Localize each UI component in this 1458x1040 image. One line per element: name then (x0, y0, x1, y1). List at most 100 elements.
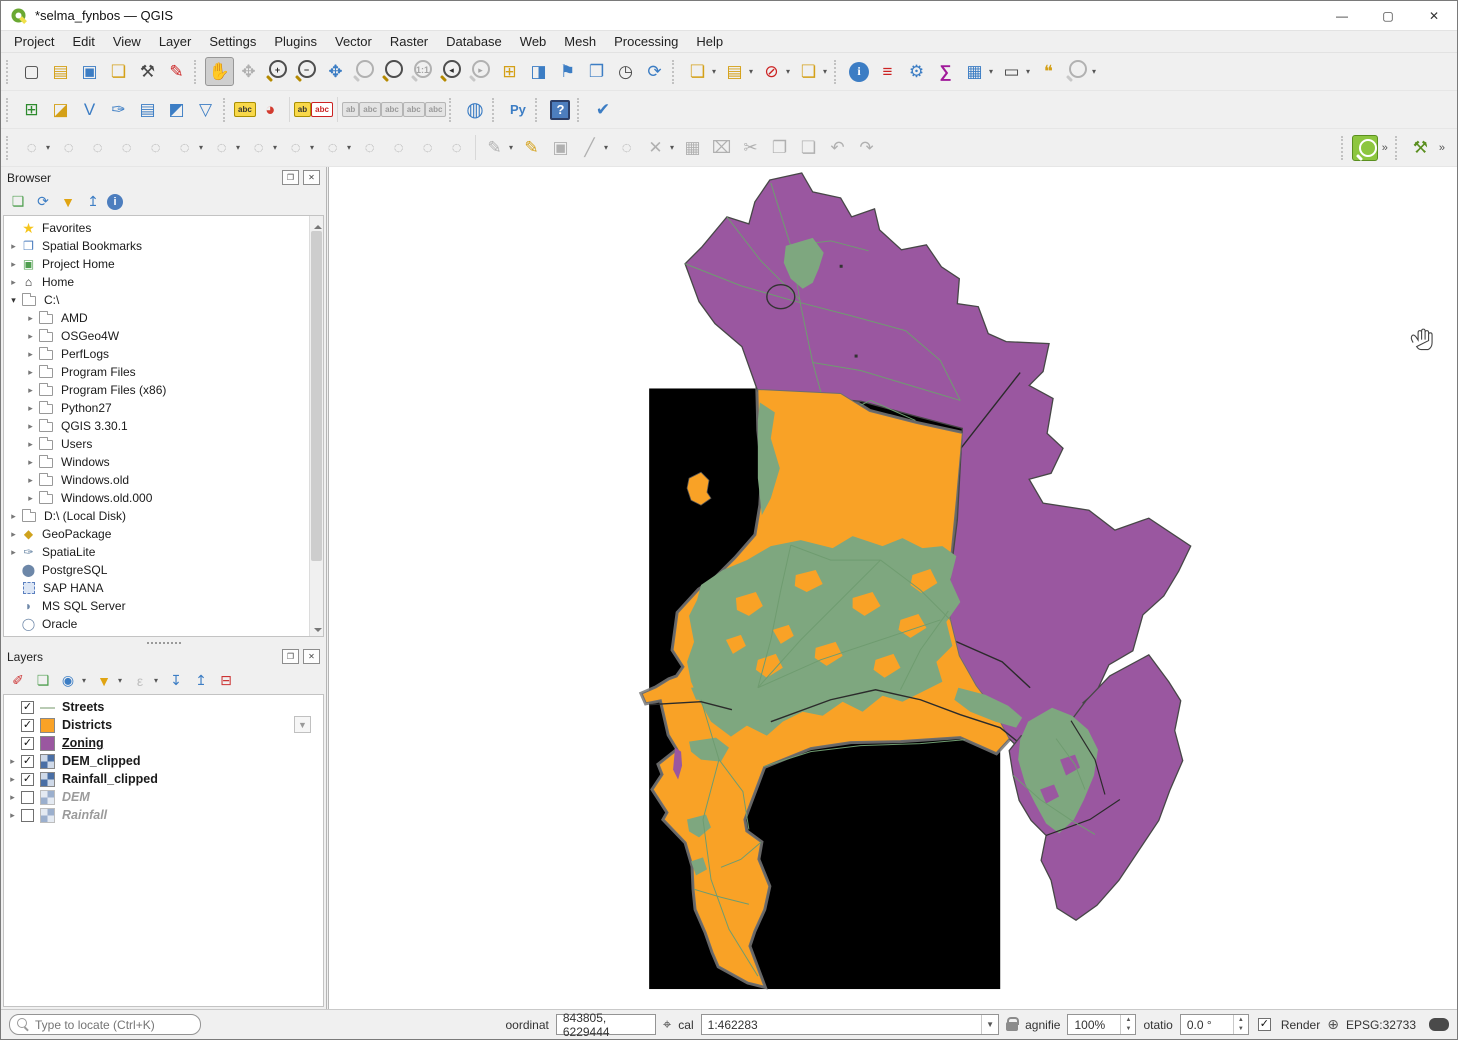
menu-processing[interactable]: Processing (605, 32, 687, 51)
layer-labeling-button[interactable]: abc (234, 102, 256, 117)
expand-chevron-icon[interactable]: » (1382, 142, 1388, 154)
browser-item-sap-hana[interactable]: SAP HANA (4, 579, 323, 597)
coordinate-box[interactable]: 843805, 6229444 (556, 1014, 656, 1035)
chevron-down-icon[interactable] (310, 143, 318, 152)
offset-curve-button[interactable]: ◌ (244, 133, 273, 162)
panel-splitter[interactable] (1, 639, 326, 646)
undo-button[interactable]: ↶ (823, 133, 852, 162)
menu-layer[interactable]: Layer (150, 32, 201, 51)
layer-row-rainfall[interactable]: ▸Rainfall (4, 806, 323, 824)
select-features-by-value-button[interactable]: ▤ (720, 57, 749, 86)
magnifier-spinner[interactable]: 100% ▲▼ (1067, 1014, 1136, 1035)
layer-row-districts[interactable]: ✓Districts▼ (4, 716, 323, 734)
toolbar-grip[interactable] (492, 98, 499, 122)
scroll-up-icon[interactable] (310, 216, 323, 230)
spinner-arrows-icon[interactable]: ▲▼ (1120, 1015, 1135, 1034)
statistical-summary-button[interactable]: ∑ (931, 57, 960, 86)
manage-map-themes-button[interactable]: ◉ (57, 670, 79, 692)
new-geopackage-layer-button[interactable]: ◪ (46, 95, 75, 124)
menu-help[interactable]: Help (687, 32, 732, 51)
chevron-down-icon[interactable] (1026, 67, 1034, 76)
select-by-location-button[interactable]: ❏ (794, 57, 823, 86)
menu-web[interactable]: Web (511, 32, 556, 51)
new-shapefile-layer-button[interactable]: V (75, 95, 104, 124)
scrollbar-thumb[interactable] (311, 231, 322, 561)
tool-f-button[interactable]: ◌ (413, 133, 442, 162)
change-label-button[interactable]: abc (425, 102, 447, 117)
chevron-down-icon[interactable] (273, 143, 281, 152)
minimize-button[interactable]: — (1319, 1, 1365, 31)
style-manager-button[interactable]: ✎ (162, 57, 191, 86)
help-button[interactable]: ? (550, 100, 570, 120)
browser-item-spatialite[interactable]: ▸✑SpatiaLite (4, 543, 323, 561)
new-map-view-button[interactable]: ⊞ (495, 57, 524, 86)
zoom-next-button[interactable]: ▸ (466, 57, 495, 86)
rotate-label-button[interactable]: abc (403, 102, 425, 117)
expand-all-button[interactable]: ↧ (165, 670, 187, 692)
close-button[interactable]: ✕ (1411, 1, 1457, 31)
browser-item-windows-old[interactable]: ▸Windows.old (4, 471, 323, 489)
deselect-features-button[interactable]: ⊘ (757, 57, 786, 86)
browser-item-project-home[interactable]: ▸▣Project Home (4, 255, 323, 273)
browser-item-postgresql[interactable]: ⬤PostgreSQL (4, 561, 323, 579)
layer-checkbox[interactable]: ✓ (21, 755, 34, 768)
browser-item-amd[interactable]: ▸AMD (4, 309, 323, 327)
browser-item-perflogs[interactable]: ▸PerfLogs (4, 345, 323, 363)
chevron-down-icon[interactable] (118, 676, 126, 685)
collapse-all-layers-button[interactable]: ↥ (190, 670, 212, 692)
attribute-table-button[interactable]: ▦ (960, 57, 989, 86)
layer-checkbox[interactable] (21, 809, 34, 822)
chevron-down-icon[interactable] (82, 676, 90, 685)
check-geometries-button[interactable]: ✔ (588, 95, 617, 124)
zoom-out-button[interactable]: − (292, 57, 321, 86)
new-virtual-layer-button[interactable]: ▽ (191, 95, 220, 124)
browser-properties-button[interactable]: i (107, 194, 123, 210)
new-spatialite-layer-button[interactable]: ✑ (104, 95, 133, 124)
open-layer-styling-button[interactable]: ✐ (7, 670, 29, 692)
new-spatial-bookmark-button[interactable]: ⚑ (553, 57, 582, 86)
toolbar-grip[interactable] (194, 60, 201, 84)
toolbar-grip[interactable] (1395, 136, 1402, 160)
reshape-features-button[interactable]: ◌ (141, 133, 170, 162)
expand-chevron-icon[interactable]: » (1439, 142, 1445, 154)
fill-ring-button[interactable]: ◌ (281, 133, 310, 162)
zoom-native-button[interactable]: 1:1 (408, 57, 437, 86)
close-panel-icon[interactable]: ✕ (303, 649, 320, 664)
chevron-down-icon[interactable] (786, 67, 794, 76)
move-balloon-button[interactable]: ◌ (612, 133, 641, 162)
pin-labels-button[interactable]: ab (294, 102, 311, 117)
new-memory-layer-button[interactable]: ▤ (133, 95, 162, 124)
chevron-down-icon[interactable] (989, 67, 997, 76)
menu-raster[interactable]: Raster (381, 32, 437, 51)
refresh-button[interactable]: ⟳ (640, 57, 669, 86)
render-toggle[interactable]: ✓ Render (1256, 1018, 1320, 1032)
show-layout-manager-button[interactable]: ⚒ (133, 57, 162, 86)
toolbar-grip[interactable] (535, 98, 542, 122)
open-project-button[interactable]: ▤ (46, 57, 75, 86)
browser-item-spatial-bookmarks[interactable]: ▸❐Spatial Bookmarks (4, 237, 323, 255)
lock-icon[interactable] (1006, 1022, 1018, 1031)
pin-unpin-labels-button[interactable]: ab (342, 102, 359, 117)
toolbar-grip[interactable] (223, 98, 230, 122)
redo-button[interactable]: ↷ (852, 133, 881, 162)
merge-features-button[interactable]: ◌ (112, 133, 141, 162)
menu-plugins[interactable]: Plugins (265, 32, 326, 51)
map-tips-button[interactable]: ❝ (1034, 57, 1063, 86)
pan-to-selection-button[interactable]: ✥ (234, 57, 263, 86)
shape-digitize-button[interactable]: ◌ (355, 133, 384, 162)
locate-input[interactable] (35, 1018, 175, 1032)
add-group-button[interactable]: ❏ (32, 670, 54, 692)
chevron-down-icon[interactable]: ▼ (981, 1015, 998, 1034)
chevron-down-icon[interactable] (749, 67, 757, 76)
browser-item-home[interactable]: ▸⌂Home (4, 273, 323, 291)
toggle-editing-button[interactable]: ✎ (517, 133, 546, 162)
chevron-down-icon[interactable] (347, 143, 355, 152)
paste-features-button[interactable]: ❏ (794, 133, 823, 162)
copy-features-button[interactable]: ❐ (765, 133, 794, 162)
layer-checkbox[interactable]: ✓ (21, 719, 34, 732)
browser-item-favorites[interactable]: ★Favorites (4, 219, 323, 237)
digitizing-tools-button[interactable]: ✎ (480, 133, 509, 162)
browser-item-program-files[interactable]: ▸Program Files (4, 363, 323, 381)
chevron-down-icon[interactable] (154, 676, 162, 685)
add-ring-button[interactable]: ◌ (207, 133, 236, 162)
